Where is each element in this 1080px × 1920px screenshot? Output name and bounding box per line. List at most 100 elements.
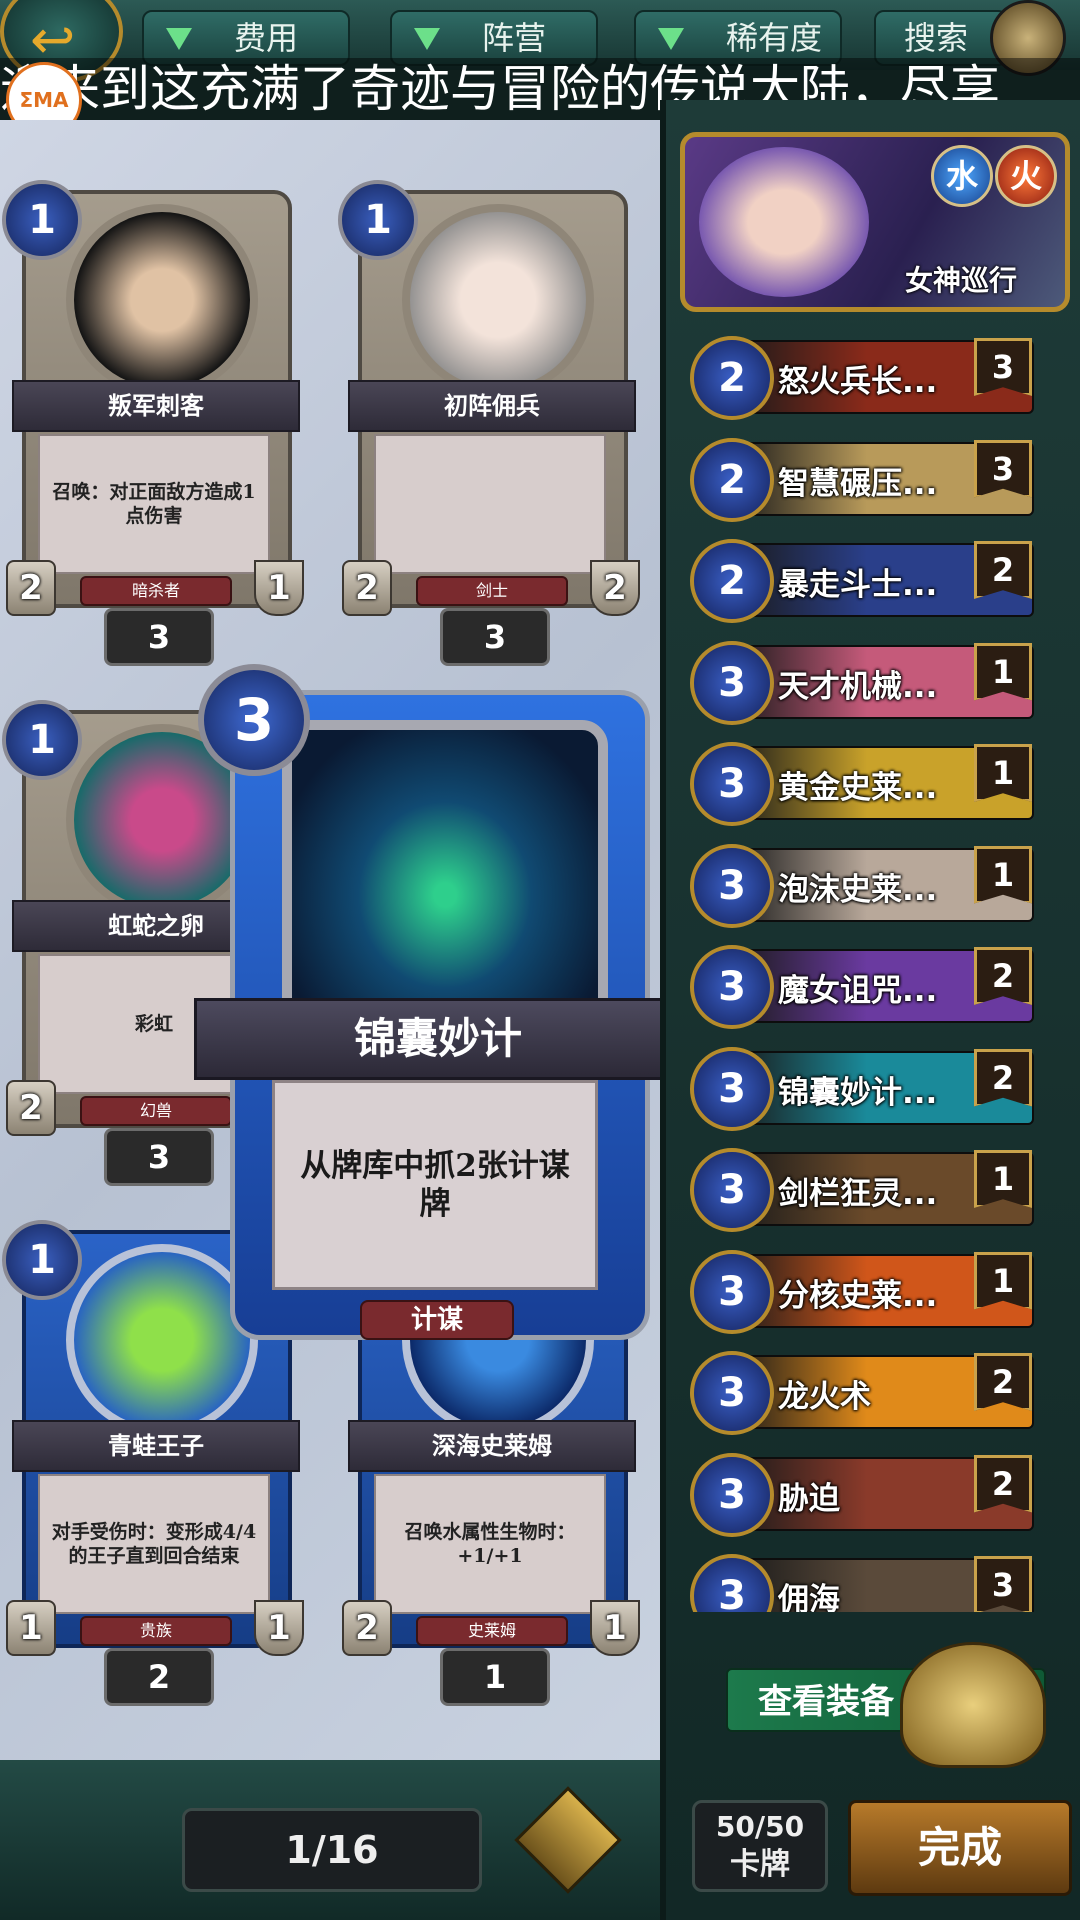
collection-card[interactable]: 1 叛军刺客 召唤：对正面敌方造成1点伤害 2 1 暗杀者 3: [2, 180, 304, 666]
card-owned-count: 3: [440, 608, 550, 666]
deck-list-item[interactable]: 3 分核史莱... 1: [690, 1244, 1036, 1334]
card-tribe: 计谋: [360, 1300, 514, 1340]
card-text: 召唤：对正面敌方造成1点伤害: [38, 434, 270, 574]
card-attack: 1: [6, 1600, 56, 1656]
card-tribe: 剑士: [416, 576, 568, 606]
deck-item-count: 3: [974, 1556, 1032, 1612]
chevron-down-icon: [658, 28, 684, 50]
filter-cost-label: 费用: [234, 19, 299, 57]
card-owned-count: 1: [440, 1648, 550, 1706]
chevron-right-icon: [514, 1786, 622, 1894]
deck-item-name: 锦囊妙计...: [778, 1074, 938, 1111]
deck-item-count: 3: [974, 338, 1032, 396]
card-owned-count: 3: [104, 1128, 214, 1186]
filter-faction-label: 阵营: [482, 19, 547, 57]
deck-card-list[interactable]: 2 怒火兵长... 3 2 智慧碾压... 3 2 暴走斗士... 2 3 天才机械... 1 3 黄金史…: [690, 330, 1040, 1612]
card-name: 青蛙王子: [12, 1420, 300, 1472]
deck-list-item[interactable]: 3 胁迫 2: [690, 1447, 1036, 1537]
card-cost-gem: 1: [2, 1220, 82, 1300]
deck-list-item[interactable]: 3 魔女诅咒... 2: [690, 939, 1036, 1029]
chevron-down-icon: [166, 28, 192, 50]
card-tribe: 暗杀者: [80, 576, 232, 606]
deck-list-item[interactable]: 3 锦囊妙计... 2: [690, 1041, 1036, 1131]
deck-item-name: 龙火术: [778, 1379, 871, 1415]
deck-list-item[interactable]: 3 泡沫史莱... 1: [690, 838, 1036, 928]
card-portrait: [402, 204, 594, 396]
deck-count-number: 50/50: [715, 1810, 805, 1843]
deck-list-item[interactable]: 2 怒火兵长... 3: [690, 330, 1036, 420]
card-attack: 2: [6, 1080, 56, 1136]
card-health: 1: [254, 560, 304, 616]
deck-item-name: 怒火兵长...: [778, 364, 938, 400]
collection-card[interactable]: 1 初阵佣兵 2 2 剑士 3: [338, 180, 640, 666]
deck-item-cost-gem: 3: [690, 640, 774, 725]
deck-list-item[interactable]: 3 佣海 3: [690, 1548, 1036, 1612]
card-portrait: [66, 204, 258, 396]
card-attack: 2: [6, 560, 56, 616]
deck-item-name: 天才机械...: [778, 668, 938, 705]
card-health: 2: [590, 560, 640, 616]
helmet-icon: [900, 1642, 1046, 1768]
card-health: 1: [254, 1600, 304, 1656]
card-name: 深海史莱姆: [348, 1420, 636, 1472]
card-name: 初阵佣兵: [348, 380, 636, 432]
deck-item-cost-gem: 3: [690, 1452, 774, 1537]
chevron-down-icon: [414, 28, 440, 50]
deck-item-count: 1: [974, 744, 1032, 802]
card-health: 1: [590, 1600, 640, 1656]
hero-name: 女神巡行: [905, 264, 1018, 297]
deck-item-count: 2: [974, 947, 1032, 1005]
deck-item-name: 分核史莱...: [778, 1277, 938, 1314]
deck-item-cost-gem: 3: [690, 1351, 774, 1435]
card-text: 召唤水属性生物时：+1/+1: [374, 1474, 606, 1614]
card-text: 对手受伤时：变形成4/4的王子直到回合结束: [38, 1474, 270, 1614]
fire-element-icon: 火: [995, 145, 1057, 207]
deck-item-cost-gem: 3: [690, 742, 774, 826]
card-cost-gem: 1: [2, 700, 82, 780]
card-name: 锦囊妙计: [194, 998, 682, 1080]
deck-item-name: 剑栏狂灵...: [778, 1176, 938, 1212]
card-preview-popup[interactable]: 3 锦囊妙计 从牌库中抓2张计谋牌 计谋: [194, 660, 682, 1360]
card-tribe: 史莱姆: [416, 1616, 568, 1646]
deck-list-item[interactable]: 2 暴走斗士... 2: [690, 533, 1036, 623]
deck-list-item[interactable]: 3 龙火术 2: [690, 1345, 1036, 1435]
view-equipment-label: 查看装备: [758, 1682, 894, 1722]
done-label: 完成: [917, 1823, 1002, 1872]
deck-list-item[interactable]: 3 黄金史莱... 1: [690, 736, 1036, 826]
deck-item-name: 胁迫: [778, 1480, 840, 1517]
card-tribe: 贵族: [80, 1616, 232, 1646]
deck-item-count: 1: [974, 642, 1032, 701]
deck-item-cost-gem: 3: [690, 1249, 774, 1334]
deck-item-name: 智慧碾压...: [778, 465, 938, 502]
water-element-icon: 水: [931, 145, 993, 207]
hero-portrait[interactable]: 水 火 女神巡行: [680, 132, 1070, 312]
card-cost-gem: 1: [2, 180, 82, 260]
next-page-button[interactable]: [514, 1786, 622, 1894]
card-attack: 2: [342, 560, 392, 616]
card-text: [374, 434, 606, 574]
deck-item-cost-gem: 2: [690, 539, 774, 623]
search-label: 搜索: [904, 19, 969, 57]
card-attack: 2: [342, 1600, 392, 1656]
card-owned-count: 2: [104, 1648, 214, 1706]
deck-item-count: 1: [974, 845, 1032, 904]
deck-item-name: 暴走斗士...: [778, 567, 938, 603]
filter-rarity-label: 稀有度: [726, 19, 823, 57]
deck-item-cost-gem: 3: [690, 843, 774, 928]
done-button[interactable]: 完成: [848, 1800, 1072, 1896]
deck-list-item[interactable]: 3 剑栏狂灵... 1: [690, 1142, 1036, 1232]
deck-list-item[interactable]: 3 天才机械... 1: [690, 635, 1036, 725]
card-cost-gem: 1: [338, 180, 418, 260]
deck-item-name: 泡沫史莱...: [778, 871, 938, 908]
card-owned-count: 3: [104, 608, 214, 666]
deck-list-item[interactable]: 2 智慧碾压... 3: [690, 432, 1036, 522]
deck-item-name: 黄金史莱...: [778, 770, 938, 806]
deck-item-cost-gem: 2: [690, 336, 774, 420]
deck-item-cost-gem: 3: [690, 1148, 774, 1232]
hero-avatar: [699, 147, 869, 297]
deck-item-cost-gem: 3: [690, 945, 774, 1029]
card-cost-gem: 3: [198, 664, 310, 776]
page-indicator: 1/16: [182, 1808, 482, 1892]
card-name: 叛军刺客: [12, 380, 300, 432]
deck-item-name: 佣海: [778, 1582, 840, 1612]
